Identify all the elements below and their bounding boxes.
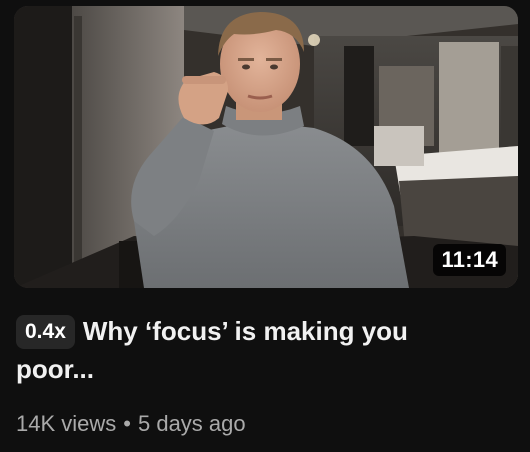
video-info: 0.4x Why ‘focus’ is making you poor... [16,312,496,388]
video-card[interactable]: 11:14 0.4x Why ‘focus’ is making you poor… [0,0,530,452]
video-thumbnail[interactable]: 11:14 [14,6,518,288]
video-title-continued[interactable]: poor... [16,350,496,388]
upload-age: 5 days ago [137,411,246,436]
playback-speed-badge: 0.4x [16,315,75,349]
video-title[interactable]: 0.4x Why ‘focus’ is making you [16,312,496,350]
video-title-line1[interactable]: Why ‘focus’ is making you [83,316,408,346]
meta-separator: • [123,411,131,436]
duration-badge: 11:14 [433,244,506,276]
video-metadata: 14K views • 5 days ago [16,409,246,439]
view-count: 14K views [16,411,117,436]
